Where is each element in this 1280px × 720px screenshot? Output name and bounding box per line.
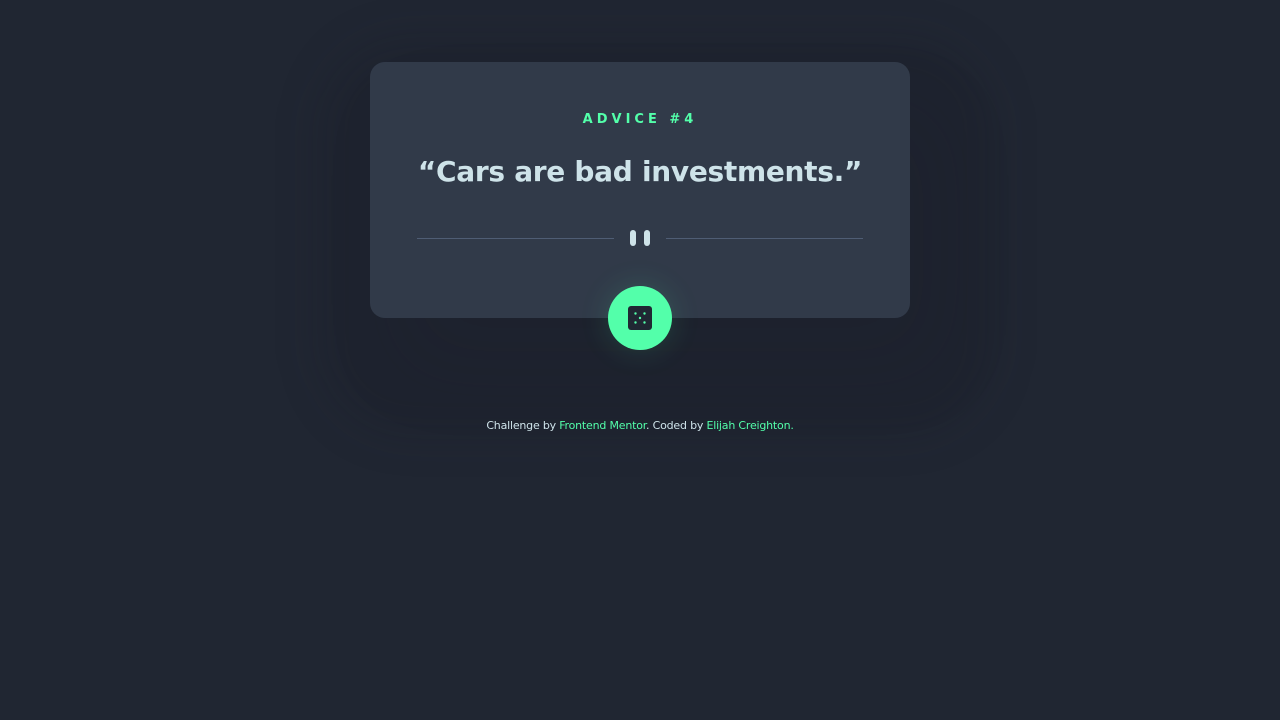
author-link[interactable]: Elijah Creighton xyxy=(706,419,790,432)
divider-line-right xyxy=(666,238,863,239)
attribution-suffix: . xyxy=(790,419,794,432)
new-advice-button[interactable] xyxy=(608,286,672,350)
attribution-coded-prefix: . Coded by xyxy=(646,419,707,432)
page: ADVICE #4 “Cars are bad investments.” Ch… xyxy=(0,0,1280,720)
frontend-mentor-link[interactable]: Frontend Mentor xyxy=(559,419,646,432)
divider-line-left xyxy=(417,238,614,239)
advice-number: ADVICE #4 xyxy=(582,112,698,127)
pause-icon xyxy=(630,230,650,246)
advice-card xyxy=(370,62,910,318)
card-divider xyxy=(417,230,863,246)
attribution: Challenge by Frontend Mentor. Coded by E… xyxy=(0,418,1280,434)
attribution-challenge-prefix: Challenge by xyxy=(486,419,560,432)
pause-bar-right xyxy=(644,230,650,246)
dice-icon xyxy=(628,306,652,330)
pause-bar-left xyxy=(630,230,636,246)
advice-quote: “Cars are bad investments.” xyxy=(417,155,863,188)
